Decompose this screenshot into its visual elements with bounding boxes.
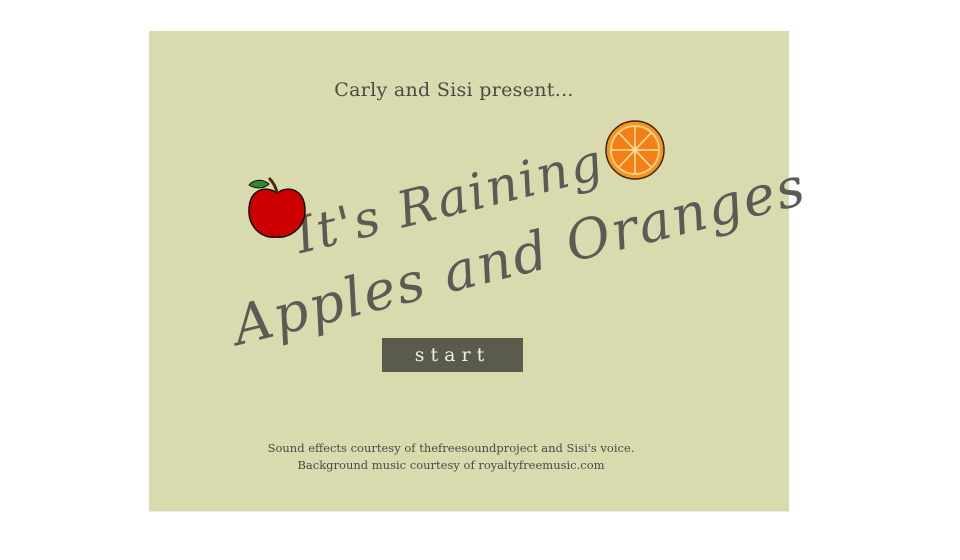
credits-line-sound: Sound effects courtesy of thefreesoundpr… <box>267 441 635 455</box>
credits: Sound effects courtesy of thefreesoundpr… <box>149 440 753 474</box>
apple-icon <box>248 176 306 238</box>
orange-slice-icon <box>605 120 665 180</box>
start-button[interactable]: start <box>382 338 523 372</box>
game-stage: Carly and Sisi present... It's Raining A… <box>149 31 812 511</box>
credits-line-music: Background music courtesy of royaltyfree… <box>297 458 605 472</box>
